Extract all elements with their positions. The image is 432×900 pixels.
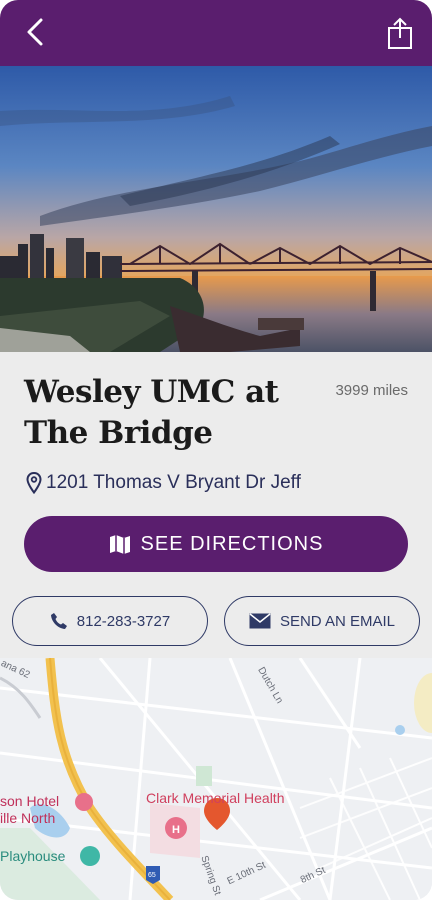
place-info-panel: Wesley UMC at The Bridge 3999 miles 1201… [0, 352, 432, 658]
svg-text:65: 65 [148, 872, 156, 879]
address-row[interactable]: 1201 Thomas V Bryant Dr Jeff [26, 472, 301, 494]
chevron-left-icon [27, 18, 43, 46]
phone-icon [50, 613, 67, 629]
map-label-hotel-2: ille North [0, 810, 56, 826]
top-app-bar [0, 0, 432, 66]
app-screen: Wesley UMC at The Bridge 3999 miles 1201… [0, 0, 432, 900]
send-email-button[interactable]: SEND AN EMAIL [224, 596, 420, 646]
svg-text:H: H [172, 824, 180, 836]
address-text: 1201 Thomas V Bryant Dr Jeff [46, 472, 301, 493]
envelope-icon [249, 613, 271, 629]
map-label-playhouse: Playhouse [0, 848, 66, 864]
place-title: Wesley UMC at The Bridge [24, 374, 279, 451]
see-directions-label: SEE DIRECTIONS [140, 532, 324, 555]
phone-number-label: 812-283-3727 [76, 612, 171, 630]
map-label-hotel: son Hotel [0, 793, 60, 809]
map-icon [109, 535, 130, 554]
share-icon [388, 17, 412, 49]
send-email-label: SEND AN EMAIL [279, 612, 396, 630]
map-label-clark-memorial: Clark Memorial Health [146, 790, 285, 806]
distance-label: 3999 miles [335, 382, 408, 399]
hero-photo [0, 66, 432, 352]
location-map[interactable]: H 65 son Hotel ille North Playhouse Clar… [0, 658, 432, 900]
map-pin-icon [26, 472, 42, 494]
back-button[interactable] [18, 14, 54, 50]
see-directions-button[interactable]: SEE DIRECTIONS [24, 516, 408, 572]
call-phone-button[interactable]: 812-283-3727 [12, 596, 208, 646]
share-button[interactable] [386, 16, 414, 50]
